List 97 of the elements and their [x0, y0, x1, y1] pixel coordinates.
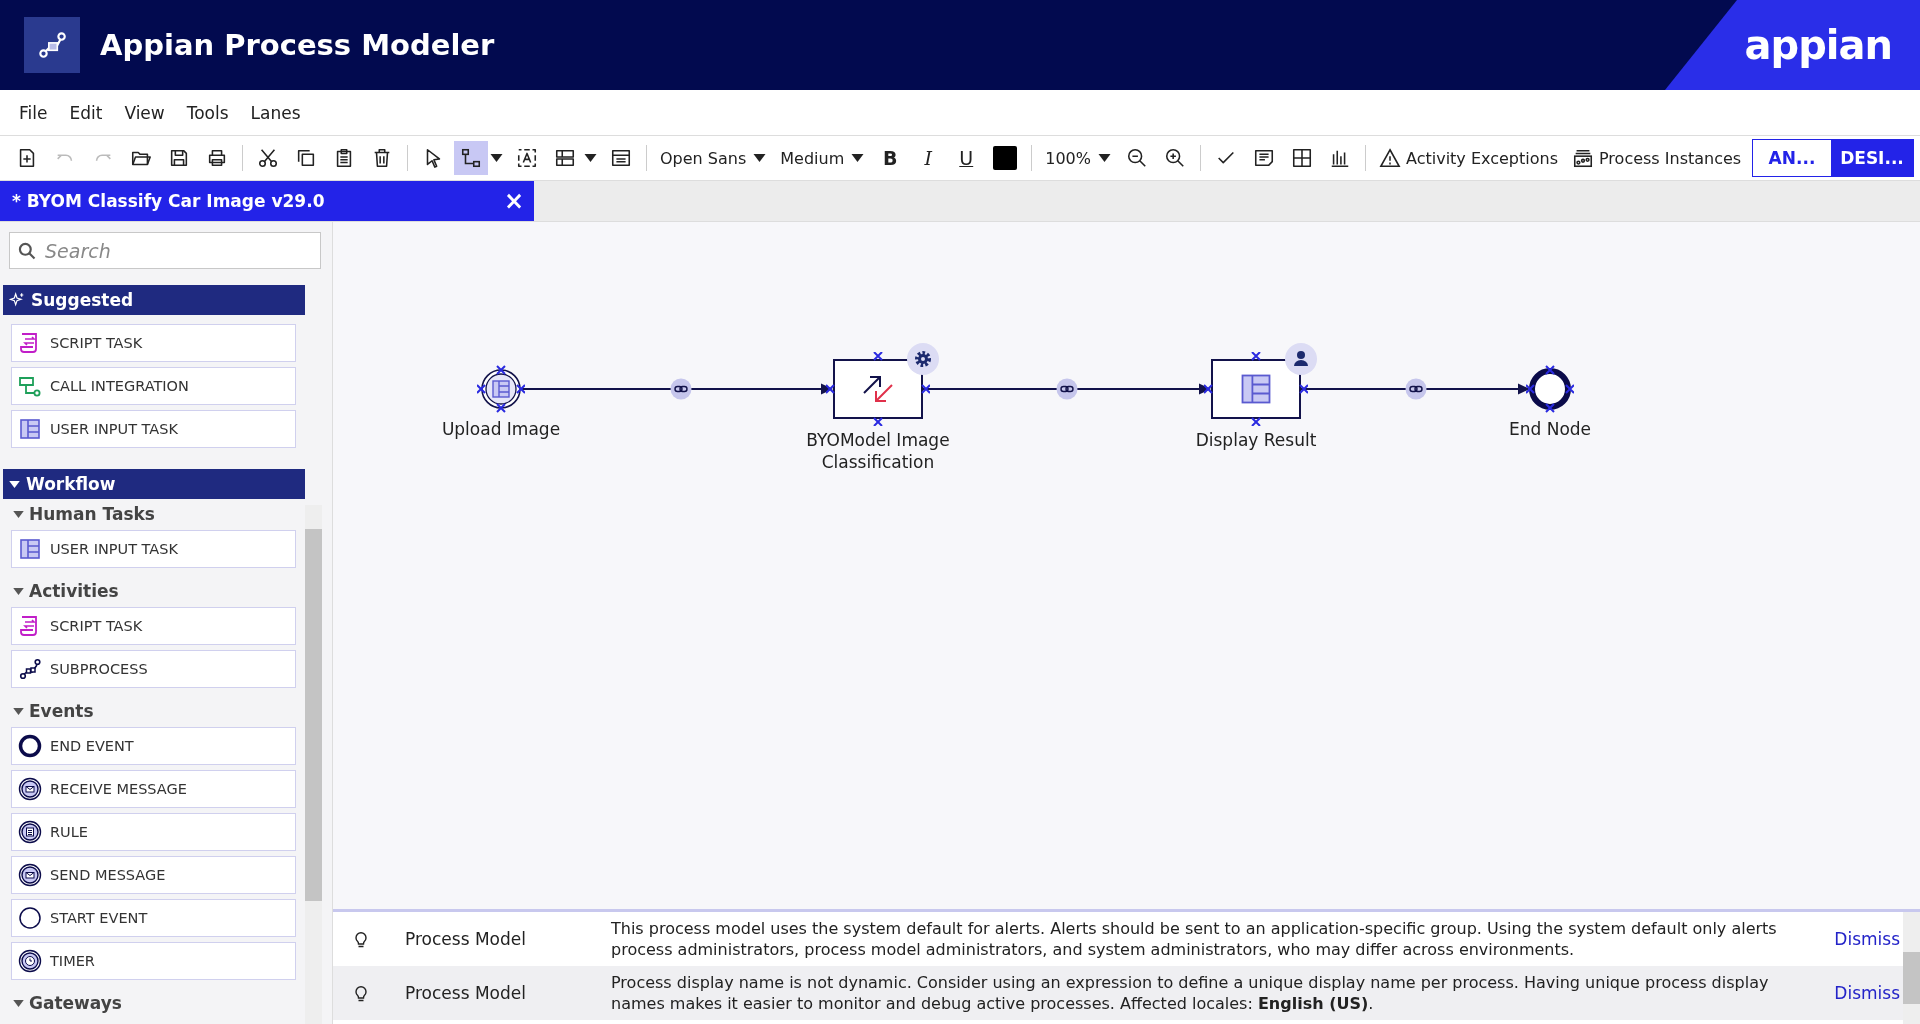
section-header[interactable]: Workflow [3, 469, 305, 499]
search-icon [17, 240, 37, 261]
size-dropdown[interactable]: Medium [775, 148, 870, 168]
clock-icon [18, 949, 42, 973]
caret-icon [753, 154, 767, 162]
form-icon [18, 417, 42, 441]
message-source: Process Model [404, 929, 527, 949]
node-label: Upload Image [440, 418, 562, 440]
menu-item[interactable]: View [113, 102, 176, 123]
palette-item[interactable]: SCRIPT TASK [11, 607, 296, 645]
palette-item[interactable]: END EVENT [11, 727, 296, 765]
circle-icon [18, 906, 42, 930]
dismiss-link[interactable]: Dismiss [1810, 983, 1900, 1003]
palette-item[interactable]: RECEIVE MESSAGE [11, 770, 296, 808]
palette-item[interactable]: CALL INTEGRATION [11, 367, 296, 405]
anchor-marks-icon [1204, 352, 1308, 426]
caret-icon [9, 480, 20, 488]
envelope-icon [18, 777, 42, 801]
integration-icon [18, 374, 42, 398]
connector-tool-icon[interactable] [454, 141, 488, 175]
group-header[interactable]: Gateways [0, 988, 305, 1018]
scrollbar[interactable] [1903, 912, 1920, 1024]
palette-item[interactable]: USER INPUT TASK [11, 530, 296, 568]
connector-arrow[interactable] [1301, 382, 1530, 396]
menu-item[interactable]: File [8, 102, 59, 123]
dismiss-link[interactable]: Dismiss [1810, 929, 1900, 949]
group-title: Events [29, 701, 94, 721]
anchor-marks-icon [826, 352, 930, 426]
caret-icon [13, 707, 24, 715]
node-label: BYOModel Image Classification [805, 429, 951, 473]
view-toggle-button[interactable]: AN... [1753, 140, 1831, 176]
message-text: This process model uses the system default for alerts. Alerts should be sent to an application-specific group. Using the system default only alerts process administrators, process model administrators, and system administrators, who may differ across environments. [611, 918, 1778, 960]
palette-item[interactable]: TIMER [11, 942, 296, 980]
rule-icon [18, 820, 42, 844]
app-title: Appian Process Modeler [100, 28, 495, 62]
search-input[interactable]: Search [43, 238, 287, 263]
node-label: End Node [1507, 418, 1593, 440]
bold-button[interactable]: B [873, 141, 908, 175]
caret-icon[interactable] [584, 154, 597, 162]
section-title: Suggested [31, 290, 134, 310]
message-text: Process display name is not dynamic. Consider using an expression to define a unique display name per process. Having unique process display names makes it easier to monitor and debug active processes. Affected locales: English (US). [611, 972, 1770, 1014]
process-logo-icon [24, 17, 80, 73]
task-node[interactable] [1211, 359, 1301, 419]
caret-icon[interactable] [490, 154, 503, 162]
group-header[interactable]: Activities [0, 576, 305, 606]
link-icon[interactable] [1056, 378, 1078, 400]
activity-exceptions-button[interactable]: Activity Exceptions [1374, 147, 1563, 169]
caret-icon [13, 587, 24, 595]
group-title: Activities [29, 581, 119, 601]
menu-item[interactable]: Tools [175, 102, 240, 123]
search-field[interactable]: Search [9, 232, 321, 269]
palette-item[interactable]: RULE [11, 813, 296, 851]
person-icon[interactable] [1285, 343, 1317, 375]
tab-title: * BYOM Classify Car Image v29.0 [12, 191, 325, 211]
view-toggle-button[interactable]: DESI... [1831, 140, 1913, 176]
process-instances-button[interactable]: Process Instances [1567, 147, 1747, 169]
caret-icon [13, 999, 24, 1007]
font-dropdown[interactable]: Open Sans [655, 148, 772, 168]
subprocess-icon [18, 657, 42, 681]
envelope-icon [18, 863, 42, 887]
link-icon[interactable] [670, 378, 692, 400]
palette-item[interactable]: SCRIPT TASK [11, 324, 296, 362]
gear-icon[interactable] [907, 343, 939, 375]
menu-item[interactable]: Lanes [239, 102, 312, 123]
menu-item[interactable]: Edit [58, 102, 114, 123]
group-header[interactable]: Events [0, 696, 305, 726]
document-tab[interactable]: * BYOM Classify Car Image v29.0 × [0, 181, 534, 221]
warning-icon [1379, 147, 1401, 169]
color-swatch[interactable] [993, 146, 1018, 170]
node-label: Display Result [1194, 429, 1318, 451]
circle-icon [18, 734, 42, 758]
link-icon[interactable] [1404, 378, 1427, 400]
process-stack-icon [1572, 147, 1594, 169]
italic-button[interactable]: I [911, 141, 946, 175]
zoom-dropdown[interactable]: 100% [1040, 148, 1116, 168]
form-icon [18, 537, 42, 561]
group-title: Gateways [29, 993, 122, 1013]
group-header[interactable]: Human Tasks [0, 499, 305, 529]
sparkle-icon [9, 292, 25, 308]
section-header[interactable]: Suggested [3, 285, 305, 315]
section-title: Workflow [26, 474, 116, 494]
palette-item[interactable]: SUBPROCESS [11, 650, 296, 688]
scrollbar[interactable] [305, 505, 322, 1024]
caret-icon [1098, 154, 1111, 162]
close-button[interactable]: × [503, 187, 524, 215]
message-source: Process Model [404, 983, 527, 1003]
end-event-node[interactable] [1526, 365, 1574, 413]
group-title: Human Tasks [29, 504, 155, 524]
brand-logo: appian [1744, 22, 1892, 68]
palette-item[interactable]: USER INPUT TASK [11, 410, 296, 448]
underline-button[interactable]: U [949, 141, 984, 175]
palette-item[interactable]: SEND MESSAGE [11, 856, 296, 894]
caret-icon [851, 154, 865, 162]
palette-item[interactable]: START EVENT [11, 899, 296, 937]
task-node[interactable] [833, 359, 923, 419]
start-event-node[interactable] [477, 365, 525, 413]
caret-icon [13, 510, 24, 518]
